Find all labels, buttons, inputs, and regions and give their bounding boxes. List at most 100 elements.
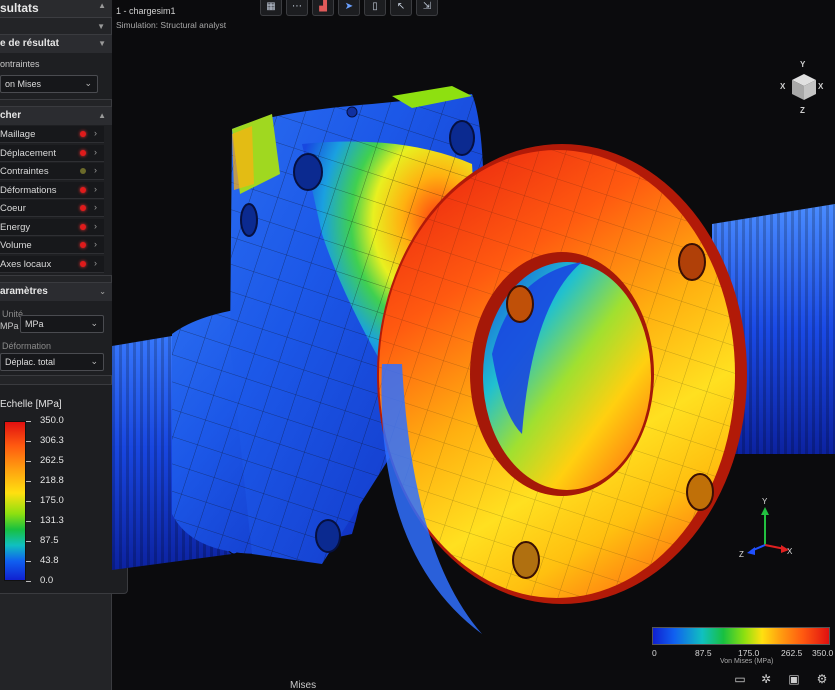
chevron-right-icon[interactable]: › <box>94 221 97 231</box>
chevron-right-icon[interactable]: › <box>94 147 97 157</box>
display-item[interactable]: Energy › <box>0 218 104 236</box>
display-item[interactable]: Maillage › <box>0 126 104 143</box>
display-item-label: Déformations <box>0 184 57 196</box>
axis-triad: Y X Z <box>735 495 805 565</box>
cube-label-x2: X <box>818 82 824 91</box>
scale-tick <box>26 541 31 542</box>
scale-tick <box>26 421 31 422</box>
display-item[interactable]: Volume › <box>0 237 104 254</box>
legend-value: 87.5 <box>695 648 712 658</box>
scale-tick <box>26 441 31 442</box>
status-dot-icon <box>80 131 86 137</box>
scale-value: 0.0 <box>40 575 54 586</box>
status-dot-icon <box>80 223 86 230</box>
status-dot-icon <box>80 186 86 193</box>
scale-value: 87.5 <box>40 535 59 546</box>
parameters-head-label: aramètres <box>0 286 48 297</box>
display-item[interactable]: Déformations › <box>0 181 104 199</box>
display-item-label: Maillage <box>0 129 36 140</box>
chevron-down-icon[interactable]: ▼ <box>98 39 106 48</box>
result-type-label: e de résultat <box>0 38 59 49</box>
display-item[interactable]: Déplacement › <box>0 144 104 162</box>
legend-value: 350.0 <box>812 648 834 658</box>
chevron-up-icon[interactable]: ▲ <box>98 1 106 10</box>
parameters-head[interactable]: aramètres ⌄ <box>0 283 112 301</box>
scale-tick <box>26 501 31 502</box>
chevron-down-icon[interactable]: ⌄ <box>99 287 106 296</box>
screenshot-icon[interactable]: ▣ <box>786 672 802 686</box>
chevron-right-icon[interactable]: › <box>94 258 97 268</box>
scale-title: Echelle [MPa] <box>0 399 62 410</box>
legend-caption: Von Mises (MPa) <box>720 658 774 665</box>
export-icon[interactable]: ⇲ <box>416 0 438 16</box>
document-title: 1 - chargesim1 <box>116 6 176 16</box>
status-bar <box>112 670 835 690</box>
chevron-down-icon: ⌄ <box>84 78 92 88</box>
chart-icon[interactable]: ▟ <box>312 0 334 16</box>
display-head[interactable]: cher ▲ <box>0 107 112 125</box>
cube-label-y: Y <box>800 60 806 69</box>
chevron-down-icon[interactable]: ▼ <box>97 22 105 31</box>
chevron-right-icon[interactable]: › <box>94 202 97 212</box>
stress-type-select[interactable]: on Mises ⌄ <box>0 75 98 93</box>
display-item[interactable]: Contraintes › <box>0 163 104 180</box>
display-item-label: Coeur <box>0 203 26 214</box>
stress-legend: 0 87.5 175.0 262.5 350.0 Von Mises (MPa) <box>650 624 834 669</box>
unit-select[interactable]: MPa ⌄ <box>20 315 104 333</box>
view-cube[interactable]: Y X X Z <box>780 58 826 118</box>
scale-value: 262.5 <box>40 455 64 466</box>
gear-icon[interactable]: ⚙ <box>814 672 830 686</box>
display-item[interactable]: Axes locaux › <box>0 255 104 273</box>
display-item-label: Contraintes <box>0 166 49 177</box>
deformation-value: Déplac. total <box>5 357 56 367</box>
document-subtitle: Simulation: Structural analyst <box>116 20 227 30</box>
scale-tick <box>26 461 31 462</box>
chevron-right-icon[interactable]: › <box>94 239 97 249</box>
cube-label-x: X <box>780 82 786 91</box>
display-item-label: Axes locaux <box>0 258 52 270</box>
scale-tick <box>26 481 31 482</box>
legend-color-bar <box>652 627 830 645</box>
monitor-icon[interactable]: ▭ <box>732 672 748 686</box>
arrow-icon[interactable]: ↖ <box>390 0 412 16</box>
scale-value: 350.0 <box>40 415 64 426</box>
fea-model <box>112 86 835 634</box>
chevron-up-icon[interactable]: ▲ <box>98 111 106 120</box>
scale-tick <box>26 561 31 562</box>
triad-icon <box>747 507 789 555</box>
dots-icon[interactable]: ⋯ <box>286 0 308 16</box>
deformation-select[interactable]: Déplac. total ⌄ <box>0 353 104 371</box>
scale-value: 306.3 <box>40 435 64 446</box>
panel-title-text: sultats <box>0 1 39 15</box>
bottom-partial-text: Mises <box>290 680 317 690</box>
book-icon[interactable]: ▯ <box>364 0 386 16</box>
scale-value: 131.3 <box>40 515 64 526</box>
status-dot-icon <box>80 260 86 267</box>
contraintes-label: ontraintes <box>0 59 40 69</box>
display-item[interactable]: Coeur › <box>0 200 104 217</box>
status-dot-icon <box>80 205 86 211</box>
3d-viewport[interactable] <box>112 34 835 670</box>
triad-label-y: Y <box>762 497 768 506</box>
deformation-label: Déformation <box>2 341 52 351</box>
result-type-section: e de résultat ▼ ontraintes on Mises ⌄ <box>0 34 112 100</box>
chevron-down-icon: ⌄ <box>90 356 98 366</box>
chevron-right-icon[interactable]: › <box>94 128 97 138</box>
cursor-icon[interactable]: ➤ <box>338 0 360 16</box>
chevron-down-icon: ⌄ <box>90 318 98 328</box>
status-dot-icon <box>80 168 86 174</box>
settings-icon[interactable]: ✲ <box>758 672 774 686</box>
unit-value: MPa <box>25 319 44 329</box>
chevron-right-icon[interactable]: › <box>94 165 97 175</box>
result-type-head[interactable]: e de résultat ▼ <box>0 35 112 53</box>
unit-short: MPa <box>0 321 19 331</box>
display-head-label: cher <box>0 110 22 121</box>
grid-icon[interactable]: ▦ <box>260 0 282 16</box>
scale-color-bar <box>4 421 26 581</box>
display-item-label: Déplacement <box>0 147 56 159</box>
chevron-right-icon[interactable]: › <box>94 184 97 194</box>
triad-label-z: Z <box>739 550 744 559</box>
triad-label-x: X <box>787 547 793 556</box>
display-item-label: Volume <box>0 240 32 251</box>
parameters-section: aramètres ⌄ Unité MPa MPa ⌄ Déformation … <box>0 282 112 376</box>
